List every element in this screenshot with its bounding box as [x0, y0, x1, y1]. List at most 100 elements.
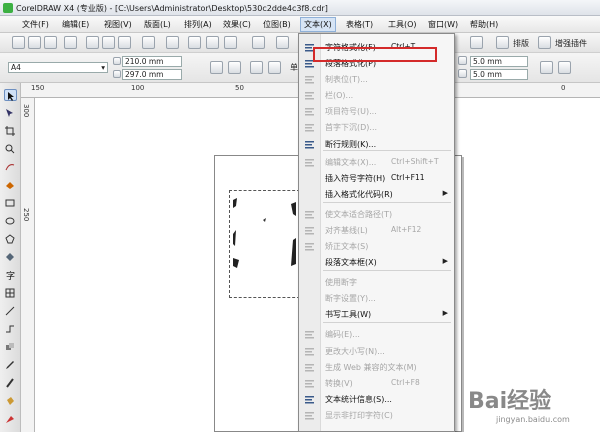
text-menu-item[interactable]: 使文本适合路径(T)	[299, 206, 454, 222]
menu-file[interactable]: 文件(F)	[22, 19, 49, 30]
nudge-y-field[interactable]: 5.0 mm	[470, 69, 528, 80]
fill-tool-icon[interactable]	[4, 395, 17, 407]
text-menu-item[interactable]: 项目符号(U)...	[299, 103, 454, 119]
text-stats-icon	[304, 394, 316, 404]
menu-help[interactable]: 帮助(H)	[470, 19, 498, 30]
undo-icon[interactable]	[142, 36, 155, 49]
menu-table[interactable]: 表格(T)	[346, 19, 373, 30]
plugin-icon[interactable]	[538, 36, 551, 49]
text-menu-item[interactable]: 编辑文本(X)... Ctrl+Shift+T	[299, 154, 454, 170]
text-menu-item[interactable]: 栏(O)...	[299, 87, 454, 103]
export-icon[interactable]	[224, 36, 237, 49]
crop-tool-icon[interactable]	[4, 125, 17, 137]
new-document-icon[interactable]	[12, 36, 25, 49]
menu-tools[interactable]: 工具(O)	[388, 19, 417, 30]
cut-icon[interactable]	[86, 36, 99, 49]
typesetting-label[interactable]: 排版	[513, 38, 529, 49]
text-menu-item[interactable]: 断字设置(Y)...	[299, 290, 454, 306]
text-menu-item[interactable]: 转换(V) Ctrl+F8	[299, 375, 454, 391]
text-menu-item-label: 更改大小写(N)...	[325, 347, 385, 356]
interactive-fill-icon[interactable]	[4, 413, 17, 425]
table-tool-icon[interactable]	[4, 287, 17, 299]
freehand-tool-icon[interactable]	[4, 161, 17, 173]
menu-arrange[interactable]: 排列(A)	[184, 19, 212, 30]
menu-edit[interactable]: 编辑(E)	[62, 19, 89, 30]
columns-icon	[304, 90, 316, 100]
current-page-icon[interactable]	[268, 61, 281, 74]
text-menu-item[interactable]: 文本统计信息(S)...	[299, 391, 454, 407]
menu-view[interactable]: 视图(V)	[104, 19, 132, 30]
welcome-screen-icon[interactable]	[276, 36, 289, 49]
open-folder-icon[interactable]	[28, 36, 41, 49]
page-width-field[interactable]: 210.0 mm	[122, 56, 182, 67]
parallel-dimension-icon[interactable]	[4, 305, 17, 317]
copy-icon[interactable]	[102, 36, 115, 49]
encoding-icon	[304, 329, 316, 339]
menu-text[interactable]: 文本(X)	[300, 17, 336, 32]
text-menu-item[interactable]: 插入符号字符(H) Ctrl+F11	[299, 170, 454, 186]
page-size-select[interactable]: A4 ▾	[8, 62, 108, 73]
outline-pen-icon[interactable]	[4, 377, 17, 389]
save-icon[interactable]	[44, 36, 57, 49]
text-menu-item[interactable]: 更改大小写(N)...	[299, 343, 454, 359]
baidu-watermark: Bai经验 jingyan.baidu.com	[462, 380, 596, 426]
nudge-x-field[interactable]: 5.0 mm	[470, 56, 528, 67]
menu-bitmaps[interactable]: 位图(B)	[263, 19, 291, 30]
text-menu-item[interactable]: 显示非打印字符(C)	[299, 407, 454, 423]
settings-icon[interactable]	[558, 61, 571, 74]
ellipse-tool-icon[interactable]	[4, 215, 17, 227]
text-menu-item[interactable]: 使用断字	[299, 274, 454, 290]
rectangle-tool-icon[interactable]	[4, 197, 17, 209]
blend-tool-icon[interactable]	[4, 341, 17, 353]
placed-image[interactable]	[233, 194, 296, 272]
edit-text-icon	[304, 157, 316, 167]
pick-tool-icon[interactable]	[4, 89, 17, 101]
text-menu-item[interactable]: 首字下沉(D)...	[299, 119, 454, 135]
landscape-icon[interactable]	[228, 61, 241, 74]
text-menu-item-label: 使文本适合路径(T)	[325, 210, 393, 219]
eyedropper-icon[interactable]	[4, 359, 17, 371]
basic-shapes-icon[interactable]	[4, 251, 17, 263]
coreldraw-logo-icon	[3, 3, 13, 13]
text-menu-item-shortcut: Ctrl+F8	[391, 378, 420, 387]
polygon-tool-icon[interactable]	[4, 233, 17, 245]
width-icon	[113, 57, 121, 65]
text-menu-item[interactable]: 段落文本框(X) ▶	[299, 254, 454, 270]
text-menu-item[interactable]: 插入格式化代码(R) ▶	[299, 186, 454, 202]
smart-fill-icon[interactable]	[4, 179, 17, 191]
application-launcher-icon[interactable]	[252, 36, 265, 49]
text-menu-item[interactable]: 编码(E)...	[299, 326, 454, 342]
portrait-icon[interactable]	[210, 61, 223, 74]
text-menu-item[interactable]: 矫正文本(S)	[299, 238, 454, 254]
text-menu-item[interactable]: 对齐基线(L) Alt+F12	[299, 222, 454, 238]
typesetting-icon[interactable]	[496, 36, 509, 49]
plugin-label[interactable]: 增强插件	[555, 38, 587, 49]
page-height-field[interactable]: 297.0 mm	[122, 69, 182, 80]
search-icon[interactable]	[188, 36, 201, 49]
text-menu-item[interactable]: 制表位(T)...	[299, 71, 454, 87]
menu-effects[interactable]: 效果(C)	[223, 19, 251, 30]
options-icon[interactable]	[540, 61, 553, 74]
import-icon[interactable]	[206, 36, 219, 49]
line-break-icon	[304, 139, 316, 149]
zoom-icon[interactable]	[470, 36, 483, 49]
print-icon[interactable]	[64, 36, 77, 49]
nudge-icon	[458, 56, 467, 65]
text-menu-item-label: 栏(O)...	[325, 91, 354, 100]
text-menu-item-label: 插入格式化代码(R)	[325, 190, 393, 199]
text-tool-icon[interactable]: 字	[4, 269, 17, 281]
tab-icon	[304, 74, 316, 84]
vertical-ruler[interactable]: 300 250	[21, 98, 35, 432]
text-menu-item[interactable]: 书写工具(W) ▶	[299, 306, 454, 322]
menu-window[interactable]: 窗口(W)	[428, 19, 458, 30]
shape-tool-icon[interactable]	[4, 107, 17, 119]
title-bar: CorelDRAW X4 (专业版) - [C:\Users\Administr…	[0, 0, 600, 16]
zoom-tool-icon[interactable]	[4, 143, 17, 155]
menu-layout[interactable]: 版面(L)	[144, 19, 171, 30]
paste-icon[interactable]	[118, 36, 131, 49]
text-menu-item[interactable]: 生成 Web 兼容的文本(M)	[299, 359, 454, 375]
text-menu-item-label: 文本统计信息(S)...	[325, 395, 392, 404]
all-pages-icon[interactable]	[250, 61, 263, 74]
redo-icon[interactable]	[166, 36, 179, 49]
connector-tool-icon[interactable]	[4, 323, 17, 335]
